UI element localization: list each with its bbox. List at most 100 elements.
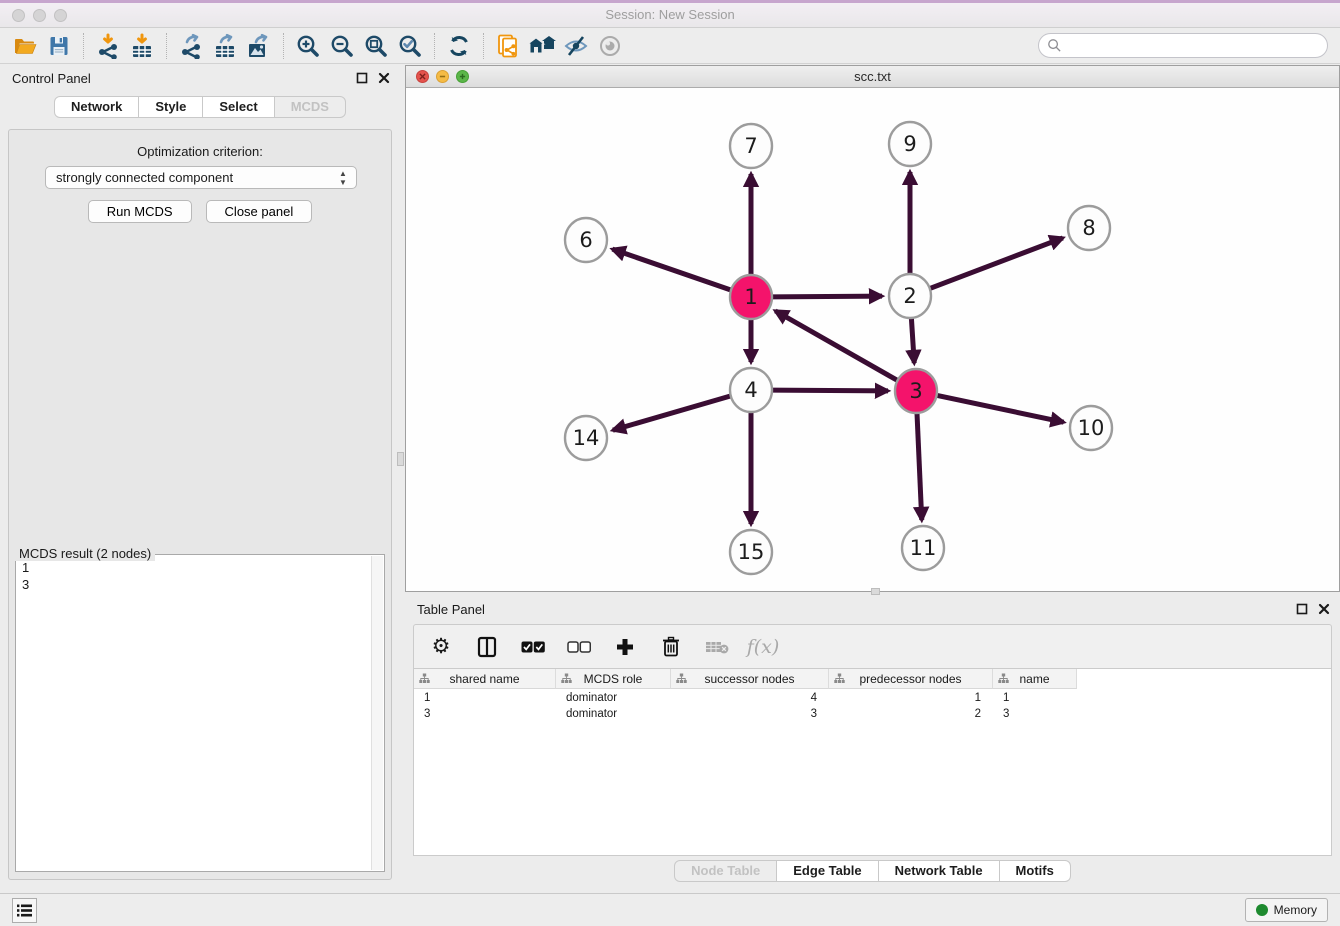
export-table-button[interactable] [208, 31, 242, 61]
close-panel-icon[interactable] [1318, 603, 1330, 615]
close-panel-icon[interactable] [378, 72, 390, 84]
import-table-button[interactable] [125, 31, 159, 61]
open-session-button[interactable] [8, 31, 42, 61]
node-11[interactable]: 11 [902, 526, 944, 570]
search-icon [1047, 38, 1062, 53]
column-header-MCDS-role[interactable]: MCDS role [556, 669, 671, 689]
node-1[interactable]: 1 [730, 275, 772, 319]
node-4[interactable]: 4 [730, 368, 772, 412]
tab-motifs[interactable]: Motifs [1000, 860, 1071, 882]
table-cell[interactable]: 1 [993, 690, 1077, 706]
table-cell[interactable]: 1 [829, 690, 993, 706]
control-panel-tabs: NetworkStyleSelectMCDS [0, 96, 400, 118]
table-cell[interactable]: dominator [556, 690, 671, 706]
node-8[interactable]: 8 [1068, 206, 1110, 250]
result-scrollbar[interactable] [371, 556, 383, 870]
network-window-titlebar[interactable]: scc.txt [406, 66, 1339, 88]
vertical-splitter-handle[interactable] [397, 452, 404, 466]
table-header-row: shared nameMCDS rolesuccessor nodesprede… [414, 669, 1077, 689]
edge-1-2[interactable] [772, 296, 882, 297]
node-label: 4 [744, 378, 757, 402]
window-title: Session: New Session [0, 7, 1340, 22]
optimization-criterion-select[interactable]: strongly connected component ▲▼ [45, 166, 357, 189]
tab-network-table[interactable]: Network Table [879, 860, 1000, 882]
tab-mcds[interactable]: MCDS [275, 96, 346, 118]
export-image-button[interactable] [242, 31, 276, 61]
close-panel-button[interactable]: Close panel [206, 200, 313, 223]
edge-1-6[interactable] [612, 249, 731, 290]
export-network-button[interactable] [174, 31, 208, 61]
result-line: 1 [22, 559, 370, 576]
tab-network[interactable]: Network [54, 96, 139, 118]
hide-all-columns-button[interactable] [566, 634, 592, 660]
edge-3-1[interactable] [775, 311, 897, 381]
show-all-columns-button[interactable] [520, 634, 546, 660]
tab-edge-table[interactable]: Edge Table [777, 860, 878, 882]
zoom-selected-button[interactable] [393, 31, 427, 61]
network-title: scc.txt [406, 69, 1339, 84]
zoom-out-icon [329, 33, 355, 59]
column-header-shared-name[interactable]: shared name [414, 669, 556, 689]
zoom-in-icon [295, 33, 321, 59]
float-panel-icon[interactable] [1296, 603, 1308, 615]
import-network-button[interactable] [91, 31, 125, 61]
column-type-icon [676, 673, 687, 684]
table-row[interactable]: 3dominator323 [414, 706, 1331, 722]
memory-button[interactable]: Memory [1245, 898, 1328, 922]
table-settings-button[interactable]: ⚙ [428, 634, 454, 660]
float-panel-icon[interactable] [356, 72, 368, 84]
table-cell[interactable]: 1 [414, 690, 556, 706]
network-graph[interactable]: 1 2 3 4 6 7 8 9 10 11 14 15 [406, 88, 1339, 591]
tab-select[interactable]: Select [203, 96, 274, 118]
tab-node-table[interactable]: Node Table [674, 860, 777, 882]
edge-4-3[interactable] [772, 390, 888, 391]
node-6[interactable]: 6 [565, 218, 607, 262]
edge-2-3[interactable] [911, 317, 914, 363]
table-cell[interactable]: 2 [829, 706, 993, 722]
edge-4-14[interactable] [613, 396, 731, 430]
node-9[interactable]: 9 [889, 122, 931, 166]
column-header-successor-nodes[interactable]: successor nodes [671, 669, 829, 689]
network-canvas[interactable]: 1 2 3 4 6 7 8 9 10 11 14 15 [406, 88, 1339, 591]
table-row[interactable]: 1dominator411 [414, 690, 1331, 706]
search-field[interactable] [1038, 33, 1328, 58]
edge-2-8[interactable] [930, 238, 1063, 289]
node-14[interactable]: 14 [565, 416, 607, 460]
table-cell[interactable]: 4 [671, 690, 829, 706]
node-2[interactable]: 2 [889, 274, 931, 318]
save-session-button[interactable] [42, 31, 76, 61]
node-table[interactable]: shared nameMCDS rolesuccessor nodesprede… [413, 668, 1332, 856]
table-cell[interactable]: 3 [414, 706, 556, 722]
zoom-fit-button[interactable] [359, 31, 393, 61]
tab-style[interactable]: Style [139, 96, 203, 118]
new-network-from-selection-button[interactable] [491, 31, 525, 61]
node-10[interactable]: 10 [1070, 406, 1112, 450]
show-all-button[interactable] [593, 31, 627, 61]
task-history-button[interactable] [12, 898, 37, 923]
edge-3-10[interactable] [937, 395, 1064, 422]
search-input[interactable] [1062, 36, 1327, 56]
apply-layout-button[interactable] [442, 31, 476, 61]
delete-table-icon [705, 639, 729, 655]
column-header-name[interactable]: name [993, 669, 1077, 689]
column-header-predecessor-nodes[interactable]: predecessor nodes [829, 669, 993, 689]
toolbar-separator [83, 33, 84, 59]
first-neighbors-button[interactable] [525, 31, 559, 61]
node-15[interactable]: 15 [730, 530, 772, 574]
node-3[interactable]: 3 [895, 369, 937, 413]
hide-selected-button[interactable] [559, 31, 593, 61]
table-cell[interactable]: 3 [993, 706, 1077, 722]
zoom-out-button[interactable] [325, 31, 359, 61]
horizontal-splitter-handle[interactable] [871, 588, 880, 595]
table-rows: 1dominator4113dominator323 [414, 690, 1331, 722]
node-7[interactable]: 7 [730, 124, 772, 168]
zoom-in-button[interactable] [291, 31, 325, 61]
edge-3-11[interactable] [917, 412, 922, 520]
delete-column-button[interactable] [658, 634, 684, 660]
mcds-result-text[interactable]: 13 [18, 559, 370, 869]
create-column-button[interactable] [612, 634, 638, 660]
table-cell[interactable]: dominator [556, 706, 671, 722]
split-panel-button[interactable] [474, 634, 500, 660]
table-cell[interactable]: 3 [671, 706, 829, 722]
run-mcds-button[interactable]: Run MCDS [88, 200, 192, 223]
